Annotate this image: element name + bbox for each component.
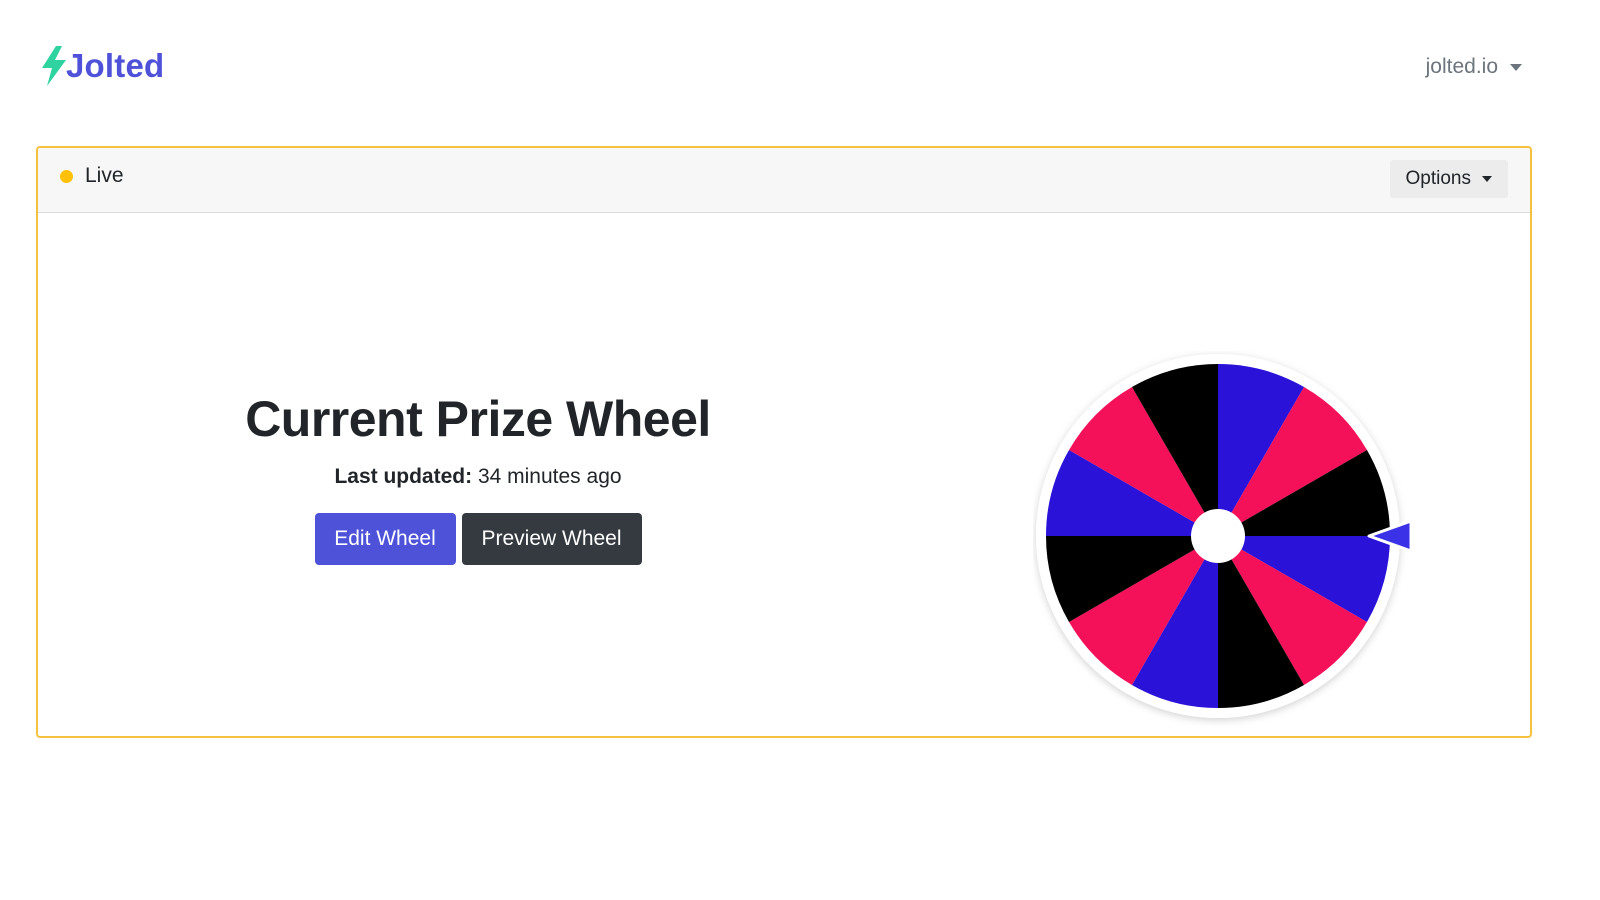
last-updated: Last updated: 34 minutes ago bbox=[158, 463, 798, 491]
last-updated-label: Last updated: bbox=[334, 465, 473, 488]
wheel-summary: Current Prize Wheel Last updated: 34 min… bbox=[158, 389, 798, 565]
preview-wheel-button[interactable]: Preview Wheel bbox=[461, 513, 642, 565]
brand-name: Jolted bbox=[66, 47, 165, 84]
lightning-bolt-icon bbox=[42, 46, 66, 86]
card-header: Live Options bbox=[38, 148, 1530, 213]
page-title: Current Prize Wheel bbox=[245, 391, 711, 447]
top-navbar: Jolted jolted.io bbox=[0, 0, 1600, 140]
options-label: Options bbox=[1405, 168, 1471, 189]
prize-wheel-graphic bbox=[1036, 354, 1413, 718]
card-body: Current Prize Wheel Last updated: 34 min… bbox=[38, 213, 1530, 736]
chevron-down-icon bbox=[1482, 176, 1492, 182]
wheel-card: Live Options Current Prize Wheel Last up… bbox=[36, 146, 1532, 738]
account-label: jolted.io bbox=[1425, 55, 1498, 78]
options-dropdown-button[interactable]: Options bbox=[1389, 160, 1508, 198]
brand-logo[interactable]: Jolted bbox=[42, 44, 164, 88]
last-updated-value: 34 minutes ago bbox=[477, 465, 622, 488]
status-dot-icon bbox=[60, 169, 73, 183]
status-indicator: Live bbox=[60, 162, 124, 190]
edit-wheel-button[interactable]: Edit Wheel bbox=[314, 513, 456, 565]
account-dropdown[interactable]: jolted.io bbox=[1426, 52, 1522, 82]
chevron-down-icon bbox=[1510, 63, 1522, 71]
action-buttons: Edit Wheel Preview Wheel bbox=[158, 513, 798, 565]
wheel-hub bbox=[1191, 509, 1245, 563]
prize-wheel[interactable] bbox=[1033, 351, 1413, 731]
status-label: Live bbox=[85, 164, 124, 187]
